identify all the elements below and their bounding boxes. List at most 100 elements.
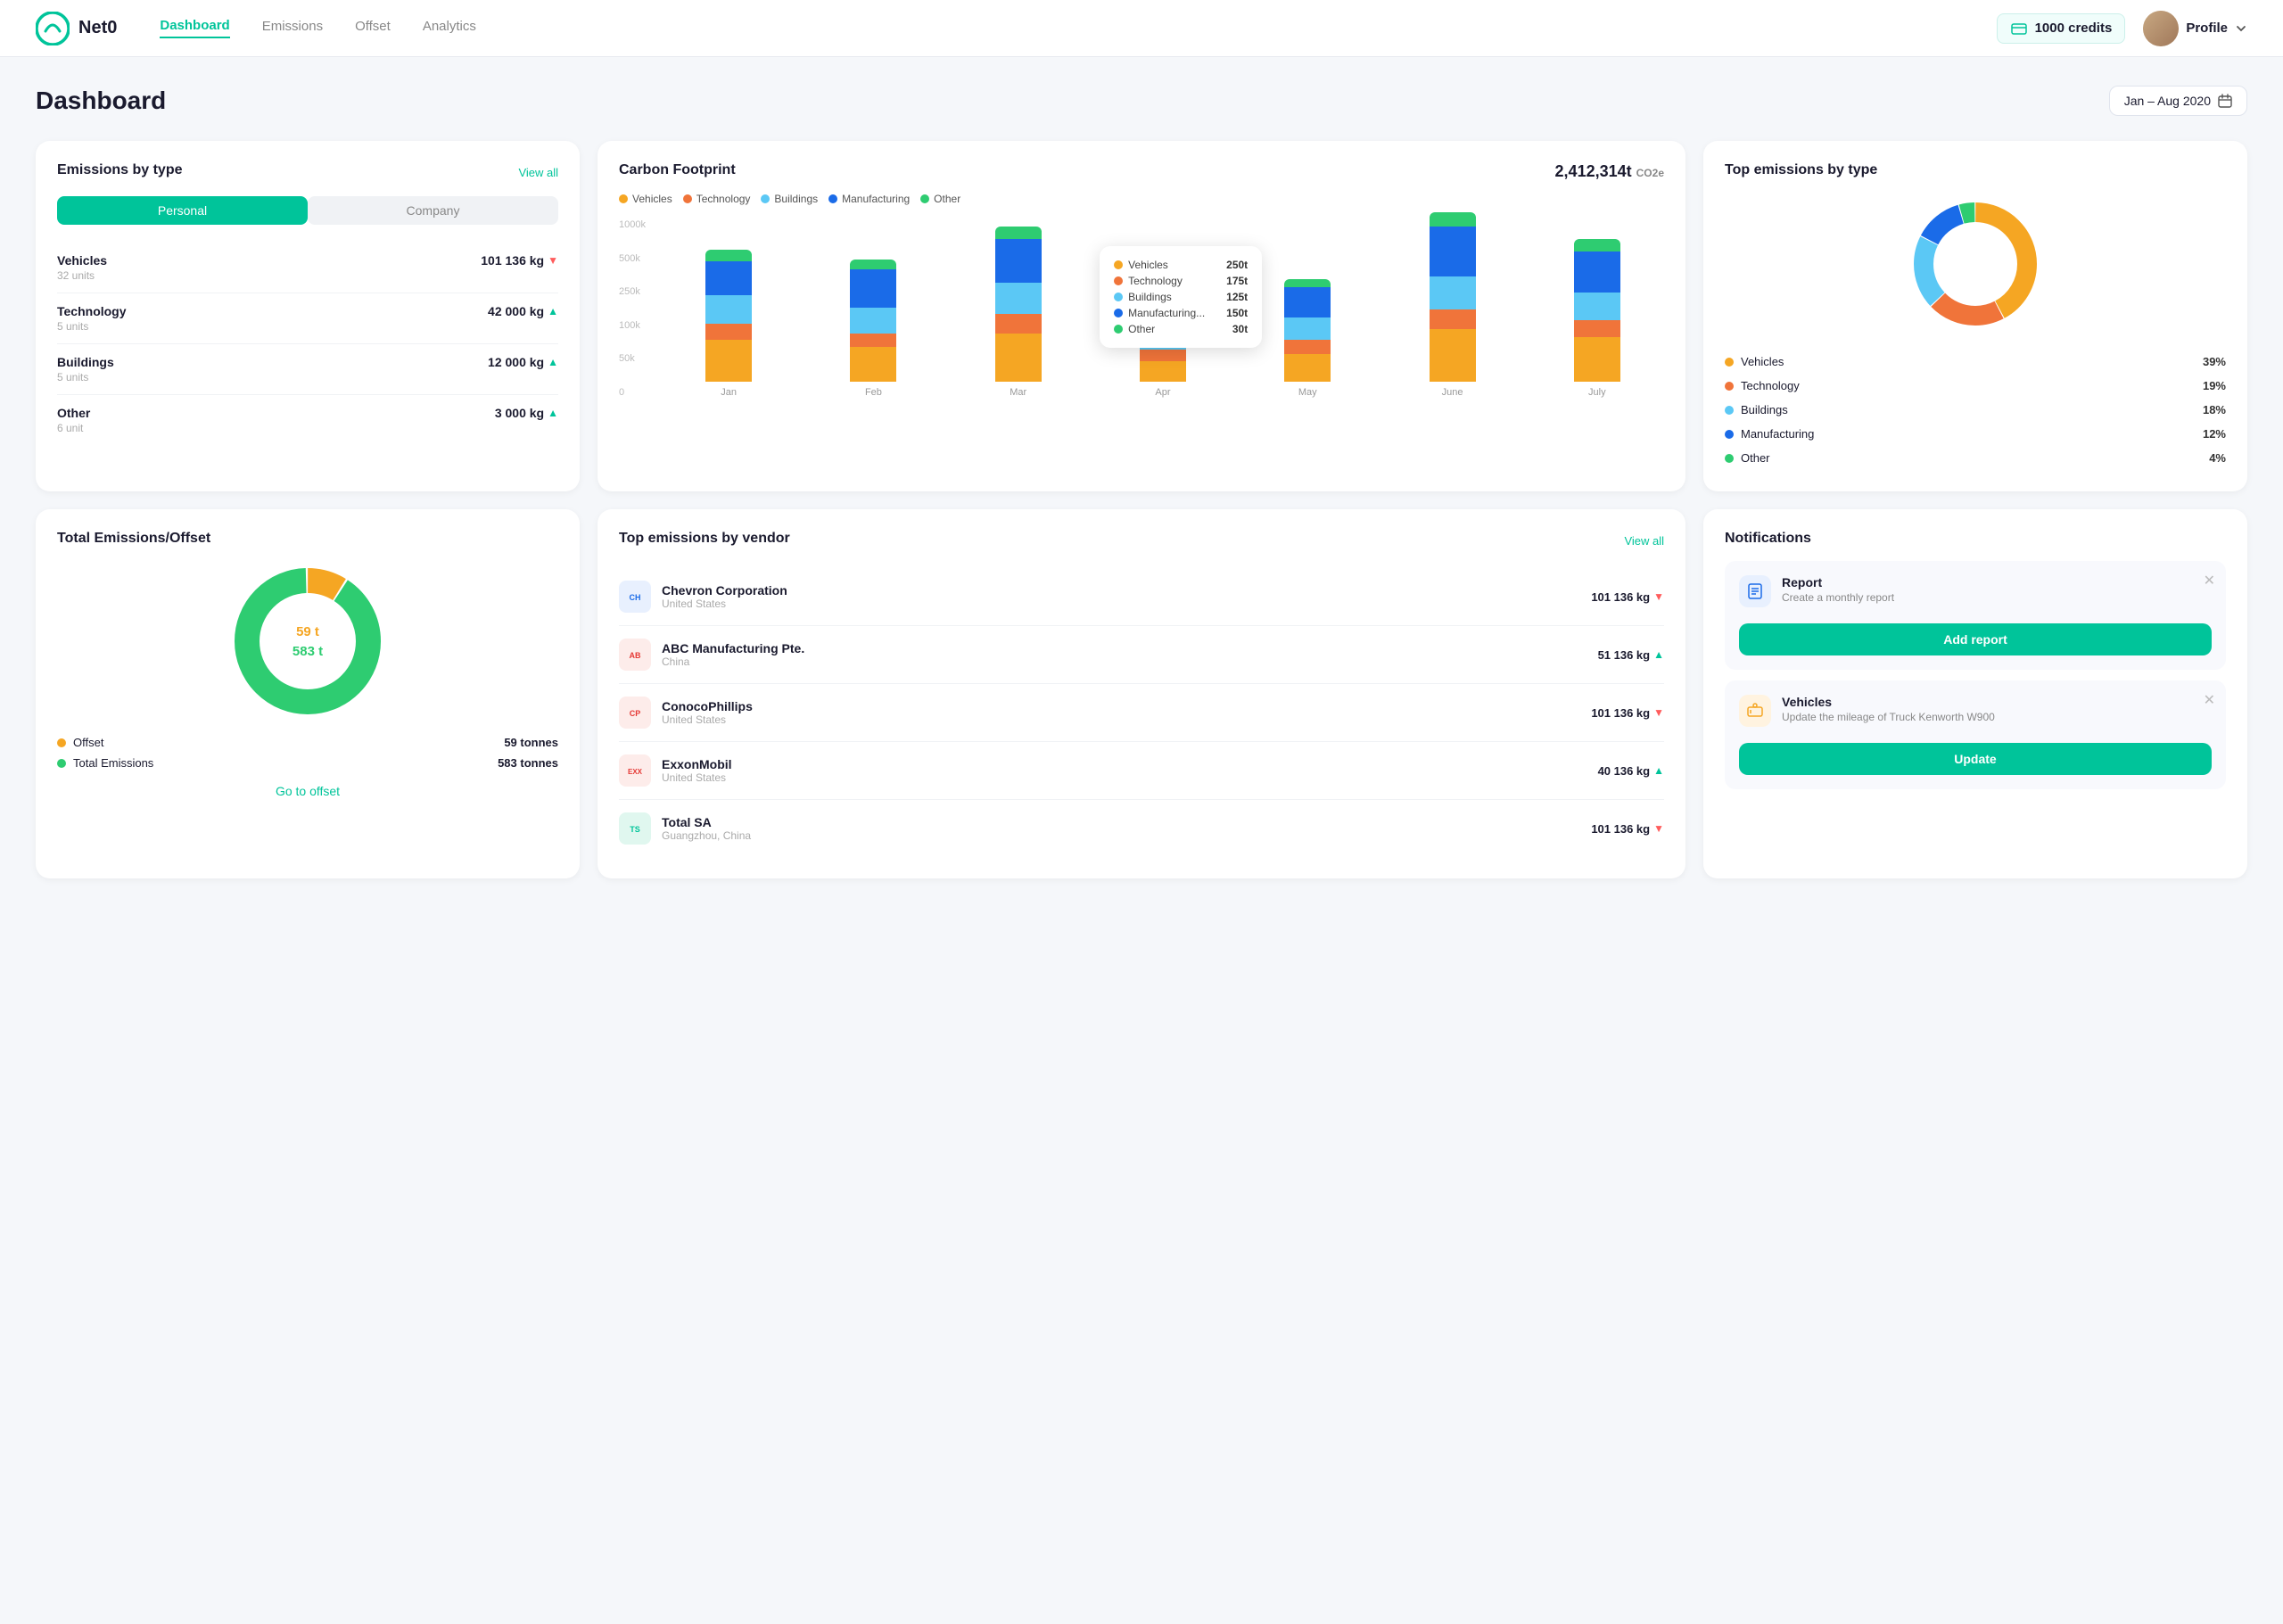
bar-group[interactable]: Mar [952, 227, 1085, 398]
offset-legend-val: 59 tonnes [504, 736, 558, 749]
bar-group[interactable]: July [1530, 239, 1664, 398]
type-legend-name: Other [1725, 451, 1770, 465]
nav-right: 1000 credits Profile [1997, 11, 2247, 46]
bar-stack[interactable] [995, 227, 1042, 382]
bar-segment [1140, 361, 1186, 382]
tooltip-item: Technology 175t [1114, 273, 1248, 289]
notif-action-button[interactable]: Update [1739, 743, 2212, 775]
notif-close-button[interactable]: ✕ [2204, 691, 2215, 709]
vendor-info: Chevron Corporation United States [662, 583, 1580, 610]
bar-segment [1430, 309, 1476, 329]
bar-segment [995, 283, 1042, 313]
emission-label: Vehicles [57, 253, 107, 268]
bar-stack[interactable] [705, 250, 752, 382]
calendar-icon [2218, 94, 2232, 108]
avatar [2143, 11, 2179, 46]
date-range-text: Jan – Aug 2020 [2124, 94, 2211, 108]
bar-segment [705, 261, 752, 296]
emission-label: Other [57, 406, 90, 420]
vendor-item[interactable]: CH Chevron Corporation United States 101… [619, 568, 1664, 626]
bar-segment [1284, 317, 1331, 340]
notif-action-button[interactable]: Add report [1739, 623, 2212, 655]
bar-segment [850, 308, 896, 333]
chevron-down-icon [2235, 22, 2247, 35]
nav-analytics[interactable]: Analytics [423, 19, 476, 37]
offset-legend-item: Offset 59 tonnes [57, 736, 558, 749]
tooltip-val: 250t [1226, 259, 1248, 271]
vendor-logo: TS [619, 812, 651, 845]
vendor-value: 101 136 kg ▼ [1591, 822, 1664, 836]
offset-legend-val: 583 tonnes [498, 756, 558, 770]
nav-offset[interactable]: Offset [355, 19, 391, 37]
toggle-company[interactable]: Company [308, 196, 558, 225]
emissions-card-title: Emissions by type [57, 162, 183, 178]
nav-links: Dashboard Emissions Offset Analytics [160, 18, 1996, 38]
bar-segment [1284, 287, 1331, 317]
emissions-view-all[interactable]: View all [518, 166, 558, 179]
emission-label: Technology [57, 304, 127, 318]
bar-stack[interactable] [850, 260, 896, 382]
bar-stack[interactable] [1574, 239, 1620, 382]
bar-segment [850, 334, 896, 348]
notif-close-button[interactable]: ✕ [2204, 572, 2215, 589]
nav-dashboard[interactable]: Dashboard [160, 18, 229, 38]
notif-header: Vehicles Update the mileage of Truck Ken… [1739, 695, 2212, 727]
vendor-name: Total SA [662, 815, 1580, 829]
credits-text: 1000 credits [2035, 21, 2113, 36]
cf-title: Carbon Footprint [619, 162, 736, 178]
row-1: Emissions by type View all Personal Comp… [36, 141, 2247, 491]
tooltip-item: Buildings 125t [1114, 289, 1248, 305]
bar-segment [1140, 350, 1186, 360]
bar-stack[interactable] [1284, 279, 1331, 382]
tooltip-item: Other 30t [1114, 321, 1248, 337]
nav-emissions[interactable]: Emissions [262, 19, 323, 37]
bar-group[interactable]: June [1385, 212, 1519, 398]
tooltip-label: Manufacturing... [1114, 307, 1205, 319]
profile-area[interactable]: Profile [2143, 11, 2247, 46]
bar-group[interactable]: Feb [806, 260, 940, 398]
vendor-item[interactable]: TS Total SA Guangzhou, China 101 136 kg … [619, 800, 1664, 857]
notifications-title: Notifications [1725, 531, 1811, 546]
type-legend-item: Technology 19% [1725, 374, 2226, 398]
emission-sub: 32 units [57, 269, 107, 282]
navbar: Net0 Dashboard Emissions Offset Analytic… [0, 0, 2283, 57]
bar-segment [1430, 227, 1476, 276]
vendor-location: China [662, 655, 1587, 668]
page-header: Dashboard Jan – Aug 2020 [36, 86, 2247, 116]
bar-segment [705, 250, 752, 260]
cf-total: 2,412,314t CO2e [1555, 162, 1664, 181]
cf-legend-item: Technology [683, 193, 751, 205]
tooltip-item: Manufacturing... 150t [1114, 305, 1248, 321]
toggle-personal[interactable]: Personal [57, 196, 308, 225]
date-picker[interactable]: Jan – Aug 2020 [2109, 86, 2247, 116]
trend-arrow: ▲ [548, 356, 558, 368]
type-legend-name: Manufacturing [1725, 427, 1814, 441]
donut-container [1725, 193, 2226, 335]
emission-sub: 6 unit [57, 422, 90, 434]
cf-legend: VehiclesTechnologyBuildingsManufacturing… [619, 193, 1664, 205]
cf-legend-item: Other [920, 193, 960, 205]
bar-segment [850, 260, 896, 269]
bar-segment [1284, 354, 1331, 382]
vendor-item[interactable]: CP ConocoPhillips United States 101 136 … [619, 684, 1664, 742]
go-offset-link[interactable]: Go to offset [276, 784, 340, 798]
bar-segment [850, 347, 896, 382]
bar-stack[interactable] [1430, 212, 1476, 382]
bar-group[interactable]: Jan [662, 250, 795, 398]
vendor-item[interactable]: EXX ExxonMobil United States 40 136 kg ▲ [619, 742, 1664, 800]
notif-desc: Create a monthly report [1782, 591, 1894, 604]
type-legend-name: Buildings [1725, 403, 1788, 416]
donut-chart [1904, 193, 2047, 335]
vendor-item[interactable]: AB ABC Manufacturing Pte. China 51 136 k… [619, 626, 1664, 684]
bar-segment [705, 340, 752, 382]
emission-item: Other 6 unit 3 000 kg ▲ [57, 395, 558, 445]
vendor-view-all[interactable]: View all [1624, 534, 1664, 548]
offset-legend-name: Offset [57, 736, 103, 749]
vendor-title: Top emissions by vendor [619, 531, 790, 547]
trend-arrow: ▲ [548, 305, 558, 317]
notif-header: Report Create a monthly report [1739, 575, 2212, 607]
notif-icon [1739, 695, 1771, 727]
bar-label: July [1588, 387, 1606, 398]
tooltip-val: 175t [1226, 275, 1248, 287]
bar-label: Feb [865, 387, 882, 398]
